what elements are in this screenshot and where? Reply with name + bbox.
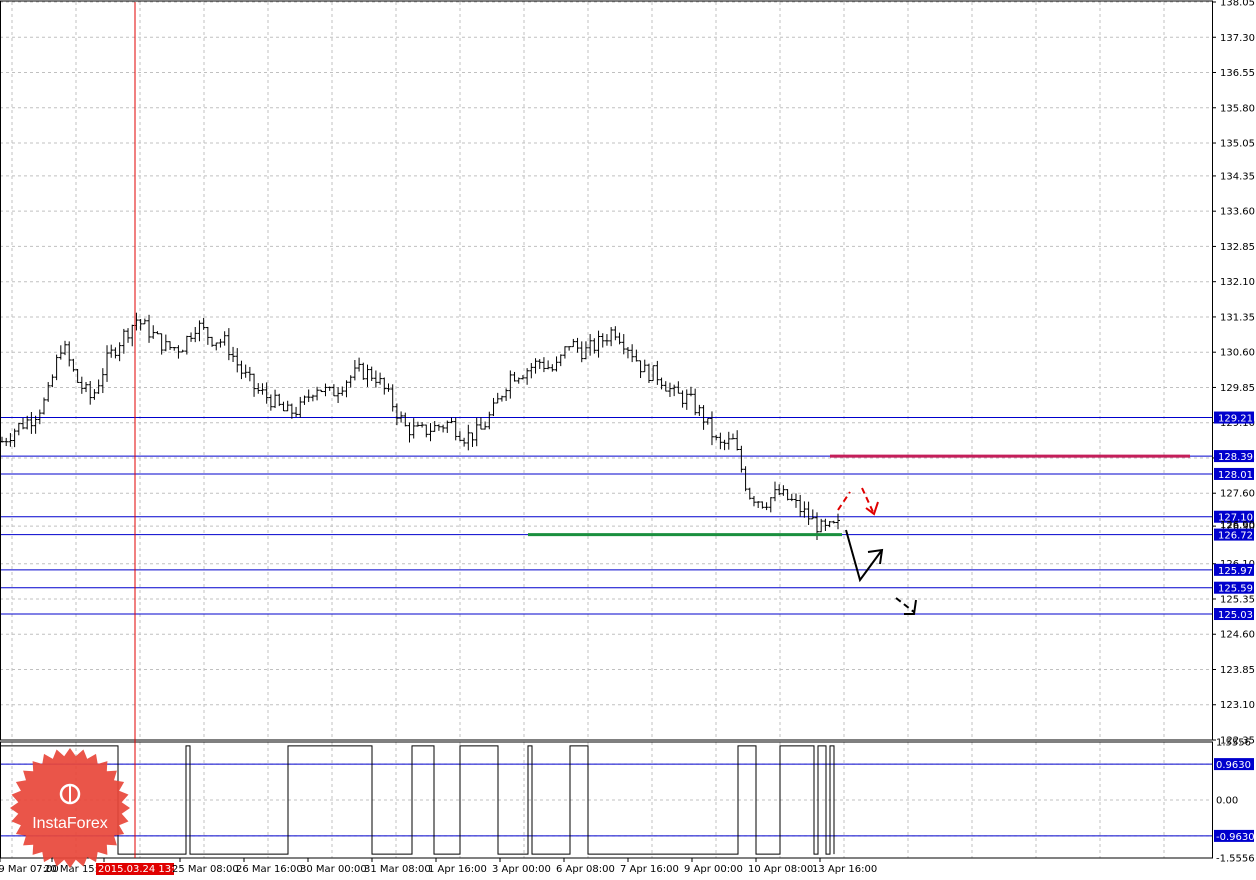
time-tick-label: 6 Apr 08:00 xyxy=(556,864,615,875)
level-tag-label: 126.72 xyxy=(1218,531,1253,542)
price-tick-label: 129.85 xyxy=(1220,383,1255,394)
time-tick-label: 7 Apr 16:00 xyxy=(620,864,679,875)
price-tick-label: 136.55 xyxy=(1220,68,1255,79)
price-tick-label: 130.60 xyxy=(1220,348,1255,359)
time-tick-label: 31 Mar 08:00 xyxy=(364,864,431,875)
osc-tick-label: 1.5556 xyxy=(1216,738,1251,749)
osc-tick-label: -1.5556 xyxy=(1216,854,1255,865)
time-tick-label: 9 Apr 00:00 xyxy=(684,864,743,875)
price-tick-label: 123.10 xyxy=(1220,700,1255,711)
price-tick-label: 132.10 xyxy=(1220,277,1255,288)
price-tick-label-overlap: 126.90 xyxy=(1220,520,1255,531)
osc-tick-label: 0.00 xyxy=(1216,796,1238,807)
time-tick-label: 1 Apr 16:00 xyxy=(428,864,487,875)
time-tick-label: 13 Apr 16:00 xyxy=(812,864,877,875)
level-tag-label: 125.03 xyxy=(1218,610,1253,621)
price-tick-label: 135.05 xyxy=(1220,139,1255,150)
price-tick-label: 131.35 xyxy=(1220,312,1255,323)
logo-wordmark: InstaForex xyxy=(32,815,108,832)
osc-level-tag-label: 0.9630 xyxy=(1216,760,1251,771)
level-tag-label: 128.39 xyxy=(1218,452,1253,463)
price-tick-label: 134.35 xyxy=(1220,171,1255,182)
level-tag-label: 125.59 xyxy=(1218,584,1253,595)
time-tick-label: 26 Mar 16:00 xyxy=(236,864,303,875)
chart-background xyxy=(0,0,1256,880)
level-tag-label: 125.97 xyxy=(1218,566,1253,577)
level-tag-label: 129.21 xyxy=(1218,414,1253,425)
time-tick-label: 3 Apr 00:00 xyxy=(492,864,551,875)
price-tick-label: 133.60 xyxy=(1220,207,1255,218)
time-tick-label: 25 Mar 08:00 xyxy=(172,864,239,875)
price-tick-label: 127.60 xyxy=(1220,489,1255,500)
price-tick-label: 132.85 xyxy=(1220,242,1255,253)
osc-level-tag-label: -0.9630 xyxy=(1216,832,1255,843)
price-tick-label: 124.60 xyxy=(1220,630,1255,641)
level-tag-label: 128.01 xyxy=(1218,470,1253,481)
time-tick-label: 30 Mar 00:00 xyxy=(300,864,367,875)
price-tick-label: 125.35 xyxy=(1220,594,1255,605)
price-tick-label: 138.05 xyxy=(1220,0,1255,9)
forex-chart: 138.05 137.30 136.55 135.80 135.05 134.35 133.… xyxy=(0,0,1256,880)
price-tick-label: 137.30 xyxy=(1220,33,1255,44)
price-tick-label: 123.85 xyxy=(1220,665,1255,676)
price-tick-label: 135.80 xyxy=(1220,103,1255,114)
time-tick-label: 10 Apr 08:00 xyxy=(748,864,813,875)
